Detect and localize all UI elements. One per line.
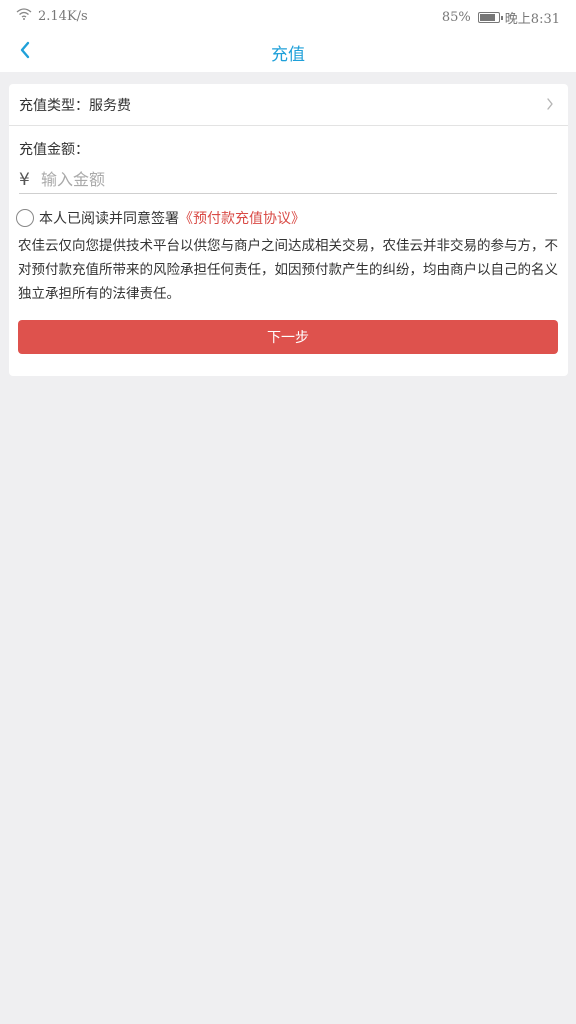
next-step-button[interactable]: 下一步 xyxy=(18,320,558,354)
recharge-type-row[interactable]: 充值类型： 服务费 xyxy=(9,84,568,126)
recharge-card: 充值类型： 服务费 充值金额： ¥ 本人已阅读并同意签署 《预付款充值协议》 农… xyxy=(9,84,568,376)
agreement-row: 本人已阅读并同意签署 《预付款充值协议》 xyxy=(16,208,305,228)
amount-field: ¥ xyxy=(19,166,557,194)
battery-icon xyxy=(477,12,503,23)
amount-input[interactable] xyxy=(41,166,541,193)
clock-time: 晚上8:31 xyxy=(504,12,560,27)
agree-text: 本人已阅读并同意签署 xyxy=(39,211,179,227)
network-speed: 2.14K/s xyxy=(38,8,88,24)
status-right: 85% 晚上8:31 xyxy=(442,8,560,27)
recharge-type-value: 服务费 xyxy=(89,97,131,114)
chevron-right-icon xyxy=(546,97,554,115)
battery-percent: 85% xyxy=(441,10,471,25)
recharge-type-label: 充值类型： xyxy=(19,97,89,114)
status-bar: 2.14K/s 85% 晚上8:31 xyxy=(0,0,576,32)
currency-symbol: ¥ xyxy=(19,169,30,190)
nav-bar: 充值 xyxy=(0,32,576,72)
battery-level xyxy=(479,14,496,21)
agree-radio[interactable] xyxy=(16,209,34,227)
wifi-icon xyxy=(16,8,32,24)
page-title: 充值 xyxy=(271,45,305,65)
status-left: 2.14K/s xyxy=(16,8,88,24)
disclaimer-text: 农佳云仅向您提供技术平台以供您与商户之间达成相关交易，农佳云并非交易的参与方，不… xyxy=(18,238,558,302)
amount-label: 充值金额： xyxy=(19,142,89,158)
agreement-link[interactable]: 《预付款充值协议》 xyxy=(179,208,305,228)
